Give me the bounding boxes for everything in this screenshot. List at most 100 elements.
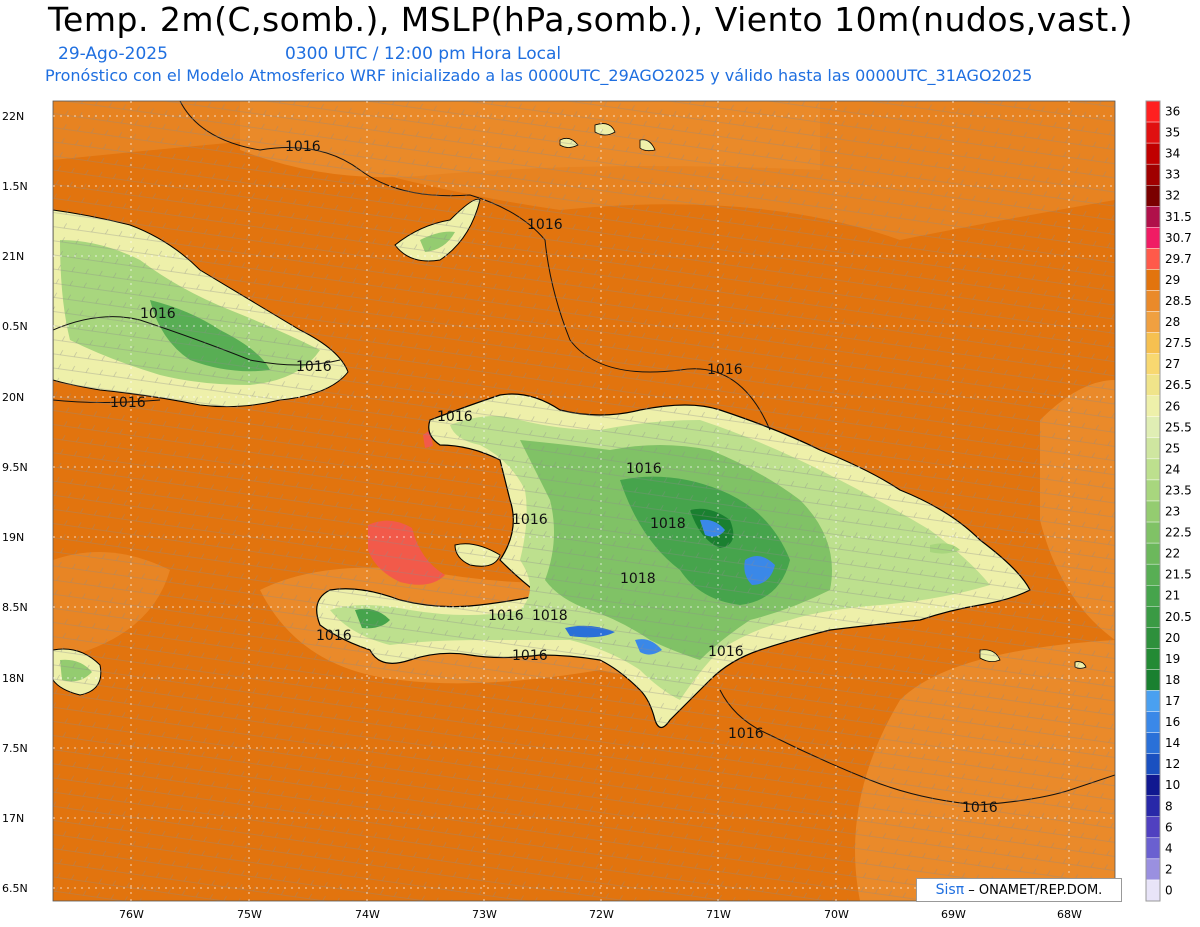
legend-label: 10 bbox=[1165, 778, 1180, 792]
legend-label: 25 bbox=[1165, 441, 1180, 455]
legend-label: 28.5 bbox=[1165, 294, 1192, 308]
lon-label: 70W bbox=[824, 908, 849, 921]
legend-swatch bbox=[1145, 774, 1161, 796]
legend-swatch bbox=[1145, 458, 1161, 481]
legend-swatch bbox=[1145, 332, 1161, 354]
legend-label: 22 bbox=[1165, 547, 1180, 561]
legend-swatch bbox=[1145, 837, 1161, 860]
legend-swatch bbox=[1145, 542, 1161, 565]
temperature-field bbox=[53, 101, 1115, 901]
legend-swatch bbox=[1145, 732, 1161, 754]
lon-label: 76W bbox=[119, 908, 144, 921]
legend-label: 21 bbox=[1165, 589, 1180, 603]
isobar-label: 1016 bbox=[110, 395, 146, 411]
legend-swatch bbox=[1145, 248, 1161, 270]
legend-swatch bbox=[1145, 269, 1161, 291]
legend-label: 35 bbox=[1165, 126, 1180, 140]
weather-map: 1016 1016 1016 1016 1016 1016 1016 1016 … bbox=[2, 100, 1192, 921]
legend-label: 28 bbox=[1165, 315, 1180, 329]
legend-label: 32 bbox=[1165, 189, 1180, 203]
legend-swatch bbox=[1145, 500, 1161, 523]
legend-swatch bbox=[1145, 816, 1161, 839]
legend-label: 31.5 bbox=[1165, 210, 1192, 224]
credit-brand: Sisπ bbox=[935, 882, 965, 898]
lon-label: 68W bbox=[1057, 908, 1082, 921]
longitude-axis: 76W 75W 74W 73W 72W 71W 70W 69W 68W bbox=[119, 908, 1082, 921]
lon-label: 73W bbox=[472, 908, 497, 921]
isobar-label: 1018 bbox=[650, 516, 686, 532]
isobar-label: 1016 bbox=[728, 726, 764, 742]
legend-label: 17 bbox=[1165, 694, 1180, 708]
legend-label: 14 bbox=[1165, 736, 1180, 750]
legend-label: 23 bbox=[1165, 505, 1180, 519]
legend-swatch bbox=[1145, 795, 1161, 817]
isobar-label: 1016 bbox=[488, 608, 524, 624]
lat-label: 17N bbox=[2, 812, 24, 825]
legend-label: 36 bbox=[1165, 105, 1180, 119]
legend-label: 8 bbox=[1165, 799, 1173, 813]
legend-label: 33 bbox=[1165, 168, 1180, 182]
lon-label: 72W bbox=[589, 908, 614, 921]
lon-label: 75W bbox=[237, 908, 262, 921]
legend-label: 0 bbox=[1165, 883, 1173, 897]
isobar-label: 1016 bbox=[140, 306, 176, 322]
legend-swatch bbox=[1145, 395, 1161, 417]
legend-label: 34 bbox=[1165, 147, 1180, 161]
legend-swatch bbox=[1145, 690, 1161, 712]
isobar-label: 1016 bbox=[285, 139, 321, 155]
lat-label: 0.5N bbox=[2, 320, 28, 333]
legend-swatch bbox=[1145, 753, 1161, 775]
isobar-label: 1016 bbox=[512, 648, 548, 664]
legend-label: 12 bbox=[1165, 757, 1180, 771]
legend-label: 30.7 bbox=[1165, 231, 1192, 245]
legend-swatch bbox=[1145, 858, 1161, 881]
isobar-label: 1016 bbox=[708, 644, 744, 660]
lat-label: 21N bbox=[2, 250, 24, 263]
legend-swatch bbox=[1145, 627, 1161, 649]
isobar-label: 1016 bbox=[437, 409, 473, 425]
legend-swatch bbox=[1145, 648, 1161, 670]
legend-swatch bbox=[1145, 479, 1161, 502]
legend-label: 20 bbox=[1165, 631, 1180, 645]
latitude-axis: 22N 1.5N 21N 0.5N 20N 9.5N 19N 8.5N 18N … bbox=[2, 110, 28, 895]
lat-label: 7.5N bbox=[2, 742, 28, 755]
isobar-label: 1016 bbox=[316, 628, 352, 644]
legend-swatch bbox=[1145, 206, 1161, 228]
legend-swatch bbox=[1145, 879, 1161, 902]
legend-label: 27.5 bbox=[1165, 336, 1192, 350]
legend-swatch bbox=[1145, 142, 1161, 165]
lon-label: 71W bbox=[706, 908, 731, 921]
legend-label: 22.5 bbox=[1165, 526, 1192, 540]
isobar-label: 1016 bbox=[527, 217, 563, 233]
credit-box: Sisπ – ONAMET/REP.DOM. bbox=[916, 878, 1122, 902]
legend-swatch bbox=[1145, 669, 1161, 691]
legend-label: 19 bbox=[1165, 652, 1180, 666]
legend-label: 4 bbox=[1165, 841, 1173, 855]
legend-swatch bbox=[1145, 521, 1161, 544]
isobar-label: 1018 bbox=[620, 571, 656, 587]
legend-label: 25.5 bbox=[1165, 420, 1192, 434]
legend-swatch bbox=[1145, 121, 1161, 144]
lon-label: 69W bbox=[941, 908, 966, 921]
legend-label: 23.5 bbox=[1165, 483, 1192, 497]
legend-swatch bbox=[1145, 353, 1161, 375]
legend-swatch bbox=[1145, 163, 1161, 186]
legend-label: 21.5 bbox=[1165, 568, 1192, 582]
lat-label: 22N bbox=[2, 110, 24, 123]
legend-label: 26.5 bbox=[1165, 378, 1192, 392]
legend-label: 6 bbox=[1165, 820, 1173, 834]
legend-swatch bbox=[1145, 563, 1161, 586]
lat-label: 9.5N bbox=[2, 461, 28, 474]
isobar-label: 1016 bbox=[296, 359, 332, 375]
isobar-label: 1016 bbox=[962, 800, 998, 816]
lat-label: 8.5N bbox=[2, 601, 28, 614]
legend-swatch bbox=[1145, 311, 1161, 333]
legend-swatch bbox=[1145, 585, 1161, 607]
legend-swatch bbox=[1145, 290, 1161, 312]
legend-swatch bbox=[1145, 606, 1161, 628]
credit-org: – ONAMET/REP.DOM. bbox=[968, 883, 1103, 898]
lat-label: 20N bbox=[2, 391, 24, 404]
legend-label: 29.7 bbox=[1165, 252, 1192, 266]
legend-swatch bbox=[1145, 374, 1161, 396]
legend-label: 2 bbox=[1165, 862, 1173, 876]
